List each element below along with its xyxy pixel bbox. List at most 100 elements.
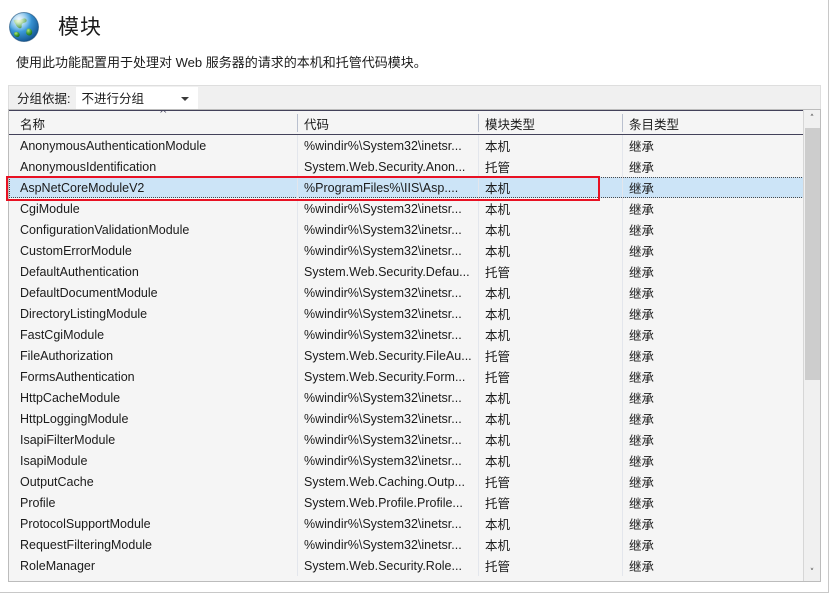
table-row[interactable]: AspNetCoreModuleV2 %ProgramFiles%\IIS\Asp… (9, 177, 820, 198)
page-header: 模块 (0, 0, 829, 52)
scroll-up-icon[interactable]: ˄ (804, 110, 820, 127)
cell-code: %windir%\System32\inetsr... (297, 387, 478, 408)
cell-entry_type: 继承 (622, 450, 800, 471)
cell-code: System.Web.Security.FileAu... (297, 345, 478, 366)
table-row[interactable]: AnonymousIdentification System.Web.Securi… (9, 156, 820, 177)
cell-name: OutputCache (20, 474, 94, 489)
column-header-code[interactable]: 代码 (297, 111, 478, 135)
cell-code: %windir%\System32\inetsr... (297, 408, 478, 429)
cell-code: %windir%\System32\inetsr... (297, 282, 478, 303)
cell-entry_type: 继承 (622, 471, 800, 492)
cell-entry_type: 继承 (622, 366, 800, 387)
cell-module_type: 本机 (478, 198, 622, 219)
cell-entry_type: 继承 (622, 303, 800, 324)
cell-entry_type: 继承 (622, 198, 800, 219)
cell-entry_type: 继承 (622, 177, 800, 198)
cell-name: FileAuthorization (20, 348, 114, 363)
cell-module_type: 本机 (478, 324, 622, 345)
scroll-down-icon[interactable]: ˅ (804, 564, 820, 581)
table-row[interactable]: IsapiFilterModule %windir%\System32\inets… (9, 429, 820, 450)
cell-module_type: 托管 (478, 345, 622, 366)
cell-module_type: 托管 (478, 261, 622, 282)
table-row[interactable]: ConfigurationValidationModule %windir%\Sy… (9, 219, 820, 240)
cell-module_type: 本机 (478, 429, 622, 450)
cell-code: %windir%\System32\inetsr... (297, 324, 478, 345)
modules-grid: 名称 ^ 代码 模块类型 条目类型 AnonymousAuthenticatio… (8, 109, 821, 582)
group-by-dropdown[interactable]: 不进行分组 (76, 86, 199, 109)
table-row[interactable]: FormsAuthentication System.Web.Security.F… (9, 366, 820, 387)
cell-name: AnonymousAuthenticationModule (20, 138, 207, 153)
cell-module_type: 本机 (478, 282, 622, 303)
table-row[interactable]: AnonymousAuthenticationModule %windir%\Sy… (9, 135, 820, 156)
page-title: 模块 (58, 16, 102, 39)
cell-module_type: 托管 (478, 471, 622, 492)
table-row[interactable]: OutputCache System.Web.Caching.Outp... 托管继… (9, 471, 820, 492)
table-row[interactable]: DirectoryListingModule %windir%\System32\… (9, 303, 820, 324)
grid-body: AnonymousAuthenticationModule %windir%\Sy… (9, 135, 820, 581)
cell-code: System.Web.Profile.Profile... (297, 492, 478, 513)
column-header-module-type-label: 模块类型 (485, 117, 536, 132)
cell-code: %ProgramFiles%\IIS\Asp.... (297, 177, 478, 198)
cell-name: ConfigurationValidationModule (20, 222, 190, 237)
grid-header-row: 名称 ^ 代码 模块类型 条目类型 (9, 110, 820, 135)
cell-entry_type: 继承 (622, 492, 800, 513)
cell-module_type: 本机 (478, 240, 622, 261)
cell-name: RoleManager (20, 558, 96, 573)
cell-module_type: 本机 (478, 408, 622, 429)
cell-module_type: 托管 (478, 366, 622, 387)
cell-entry_type: 继承 (622, 408, 800, 429)
cell-code: %windir%\System32\inetsr... (297, 135, 478, 156)
column-header-name[interactable]: 名称 (13, 111, 297, 135)
table-row[interactable]: ProtocolSupportModule %windir%\System32\i… (9, 513, 820, 534)
cell-module_type: 本机 (478, 513, 622, 534)
cell-module_type: 本机 (478, 135, 622, 156)
cell-name: FormsAuthentication (20, 369, 135, 384)
cell-module_type: 本机 (478, 303, 622, 324)
table-row[interactable]: CgiModule %windir%\System32\inetsr... 本机 继承 (9, 198, 820, 219)
sort-ascending-icon[interactable]: ^ (159, 110, 167, 120)
cell-module_type: 托管 (478, 156, 622, 177)
cell-name: IsapiModule (20, 453, 88, 468)
cell-code: %windir%\System32\inetsr... (297, 219, 478, 240)
cell-code: System.Web.Security.Role... (297, 555, 478, 576)
cell-name: DefaultDocumentModule (20, 285, 158, 300)
table-row[interactable]: Profile System.Web.Profile.Profile... 托管 继承 (9, 492, 820, 513)
group-by-value: 不进行分组 (81, 92, 144, 106)
globe-icon (8, 11, 40, 43)
column-header-entry-type-label: 条目类型 (629, 117, 680, 132)
table-row[interactable]: CustomErrorModule %windir%\System32\inets… (9, 240, 820, 261)
cell-entry_type: 继承 (622, 156, 800, 177)
cell-name: FastCgiModule (20, 327, 105, 342)
cell-name: DirectoryListingModule (20, 306, 148, 321)
column-header-entry-type[interactable]: 条目类型 (622, 111, 800, 135)
cell-code: System.Web.Security.Form... (297, 366, 478, 387)
table-row[interactable]: DefaultAuthentication System.Web.Security… (9, 261, 820, 282)
chevron-down-icon (181, 96, 190, 101)
cell-code: %windir%\System32\inetsr... (297, 198, 478, 219)
table-row[interactable]: FastCgiModule %windir%\System32\inetsr...… (9, 324, 820, 345)
modules-feature-page: 模块 使用此功能配置用于处理对 Web 服务器的请求的本机和托管代码模块。 分组… (0, 0, 829, 593)
cell-entry_type: 继承 (622, 345, 800, 366)
cell-module_type: 本机 (478, 387, 622, 408)
table-row[interactable]: RoleManager System.Web.Security.Role... 托管… (9, 555, 820, 576)
cell-code: System.Web.Security.Defau... (297, 261, 478, 282)
cell-name: CgiModule (20, 201, 80, 216)
cell-module_type: 本机 (478, 534, 622, 555)
cell-entry_type: 继承 (622, 555, 800, 576)
table-row[interactable]: HttpLoggingModule %windir%\System32\inets… (9, 408, 820, 429)
table-row[interactable]: FileAuthorization System.Web.Security.Fil… (9, 345, 820, 366)
column-header-module-type[interactable]: 模块类型 (478, 111, 622, 135)
table-row[interactable]: DefaultDocumentModule %windir%\System32\i… (9, 282, 820, 303)
table-row[interactable]: HttpCacheModule %windir%\System32\inetsr.… (9, 387, 820, 408)
cell-entry_type: 继承 (622, 324, 800, 345)
cell-name: AspNetCoreModuleV2 (20, 180, 145, 195)
cell-name: DefaultAuthentication (20, 264, 139, 279)
table-row[interactable]: RequestFilteringModule %windir%\System32\… (9, 534, 820, 555)
table-row[interactable]: IsapiModule %windir%\System32\inetsr... 本机… (9, 450, 820, 471)
cell-name: CustomErrorModule (20, 243, 132, 258)
cell-entry_type: 继承 (622, 534, 800, 555)
vertical-scrollbar[interactable]: ˄ ˅ (803, 110, 820, 581)
cell-code: %windir%\System32\inetsr... (297, 303, 478, 324)
scrollbar-thumb[interactable] (805, 128, 820, 380)
cell-code: System.Web.Caching.Outp... (297, 471, 478, 492)
